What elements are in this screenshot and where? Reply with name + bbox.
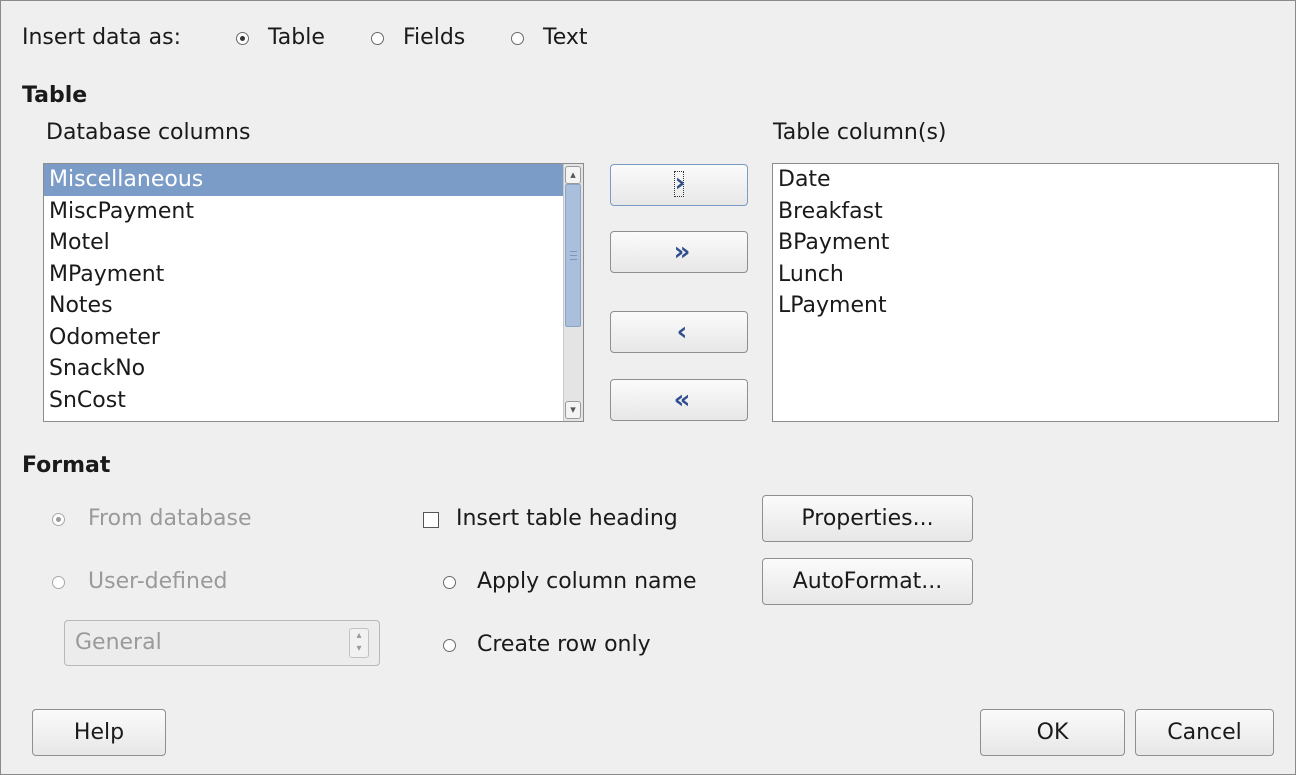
format-heading: Format — [22, 453, 111, 478]
cancel-button[interactable]: Cancel — [1135, 709, 1274, 756]
number-format-value: General — [75, 630, 162, 655]
radio-table[interactable] — [236, 32, 249, 45]
chevron-up-icon[interactable]: ▴ — [565, 166, 581, 184]
chevron-left-icon: ‹ — [676, 317, 687, 347]
database-column-item[interactable]: Motel — [44, 227, 563, 259]
radio-apply-column-name[interactable] — [443, 576, 456, 589]
autoformat-button[interactable]: AutoFormat... — [762, 558, 973, 605]
table-column-item[interactable]: Breakfast — [773, 196, 1278, 228]
radio-create-row-only-label[interactable]: Create row only — [477, 631, 651, 659]
number-format-combo[interactable]: General ▴ ▾ — [64, 620, 380, 666]
add-column-button[interactable]: › — [610, 164, 748, 206]
properties-button[interactable]: Properties... — [762, 495, 973, 542]
radio-user-defined-label[interactable]: User-defined — [88, 568, 227, 596]
database-column-item[interactable]: SnackNo — [44, 353, 563, 385]
radio-text[interactable] — [511, 32, 524, 45]
database-column-item[interactable]: MPayment — [44, 259, 563, 291]
add-all-columns-button[interactable]: » — [610, 231, 748, 273]
database-columns-scrollbar[interactable]: ▴ ▾ — [563, 164, 583, 421]
insert-heading-label[interactable]: Insert table heading — [456, 505, 678, 533]
database-column-item[interactable]: SnCost — [44, 385, 563, 417]
help-button[interactable]: Help — [32, 709, 166, 756]
radio-fields[interactable] — [371, 32, 384, 45]
remove-all-columns-button[interactable]: « — [610, 379, 748, 421]
spin-arrows-icon[interactable]: ▴ ▾ — [349, 628, 369, 658]
radio-from-database-label[interactable]: From database — [88, 505, 252, 533]
scrollbar-thumb[interactable] — [565, 184, 581, 327]
database-column-item[interactable]: Notes — [44, 290, 563, 322]
ok-button[interactable]: OK — [980, 709, 1125, 756]
chevron-right-icon: › — [674, 168, 685, 198]
radio-user-defined[interactable] — [52, 576, 65, 589]
table-heading: Table — [22, 83, 88, 108]
table-columns-list[interactable]: Date Breakfast BPayment Lunch LPayment — [772, 163, 1279, 422]
table-column-item[interactable]: Lunch — [773, 259, 1278, 291]
insert-heading-checkbox[interactable] — [423, 512, 439, 528]
radio-text-label[interactable]: Text — [543, 24, 588, 52]
chevron-down-icon[interactable]: ▾ — [565, 401, 581, 419]
radio-table-label[interactable]: Table — [268, 24, 325, 52]
table-column-item[interactable]: LPayment — [773, 290, 1278, 322]
radio-from-database[interactable] — [52, 513, 65, 526]
grip-icon — [570, 251, 577, 260]
database-column-item[interactable]: MiscPayment — [44, 196, 563, 228]
double-chevron-right-icon: » — [673, 237, 691, 267]
database-column-item[interactable]: Odometer — [44, 322, 563, 354]
double-chevron-left-icon: « — [673, 385, 691, 415]
insert-as-label: Insert data as: — [22, 25, 181, 50]
table-column-item[interactable]: Date — [773, 164, 1278, 196]
database-column-item[interactable]: Miscellaneous — [44, 164, 563, 196]
table-column-item[interactable]: BPayment — [773, 227, 1278, 259]
radio-create-row-only[interactable] — [443, 639, 456, 652]
database-columns-list[interactable]: Miscellaneous MiscPayment Motel MPayment Not… — [43, 163, 584, 422]
remove-column-button[interactable]: ‹ — [610, 311, 748, 353]
table-columns-label: Table column(s) — [773, 120, 947, 145]
radio-apply-column-name-label[interactable]: Apply column name — [477, 568, 696, 596]
radio-fields-label[interactable]: Fields — [403, 24, 465, 52]
database-columns-label: Database columns — [46, 120, 251, 145]
